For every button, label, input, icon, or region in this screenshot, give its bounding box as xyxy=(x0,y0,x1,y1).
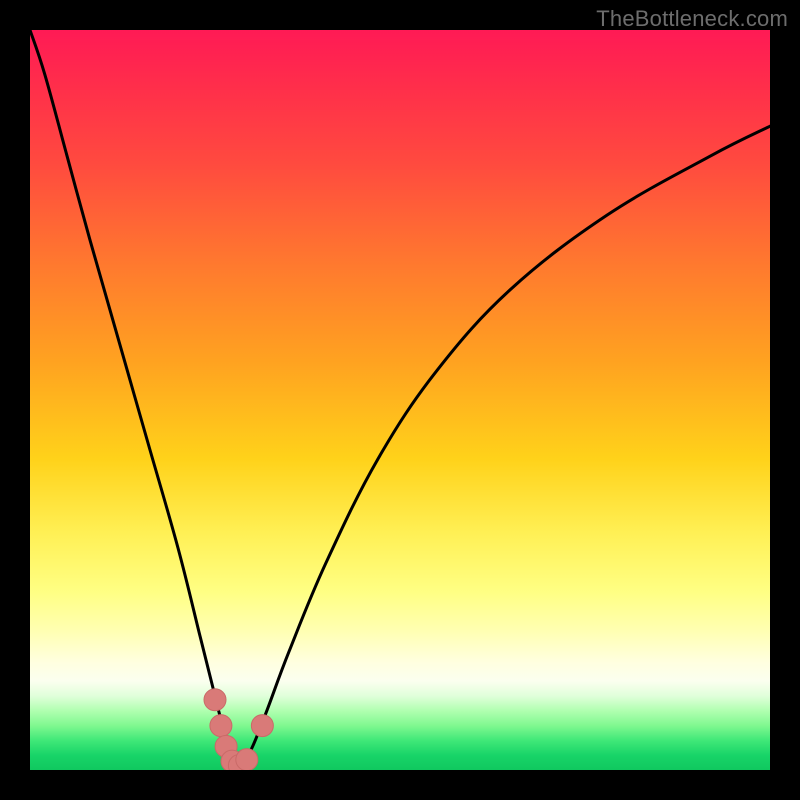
marker-group xyxy=(204,689,273,770)
bottleneck-curve-path xyxy=(30,30,770,769)
optimal-marker xyxy=(204,689,226,711)
plot-area xyxy=(30,30,770,770)
watermark-text: TheBottleneck.com xyxy=(596,6,788,32)
optimal-marker xyxy=(210,715,232,737)
chart-frame: TheBottleneck.com xyxy=(0,0,800,800)
optimal-marker xyxy=(251,715,273,737)
bottleneck-curve xyxy=(30,30,770,769)
curve-layer xyxy=(30,30,770,770)
optimal-marker xyxy=(236,749,258,770)
